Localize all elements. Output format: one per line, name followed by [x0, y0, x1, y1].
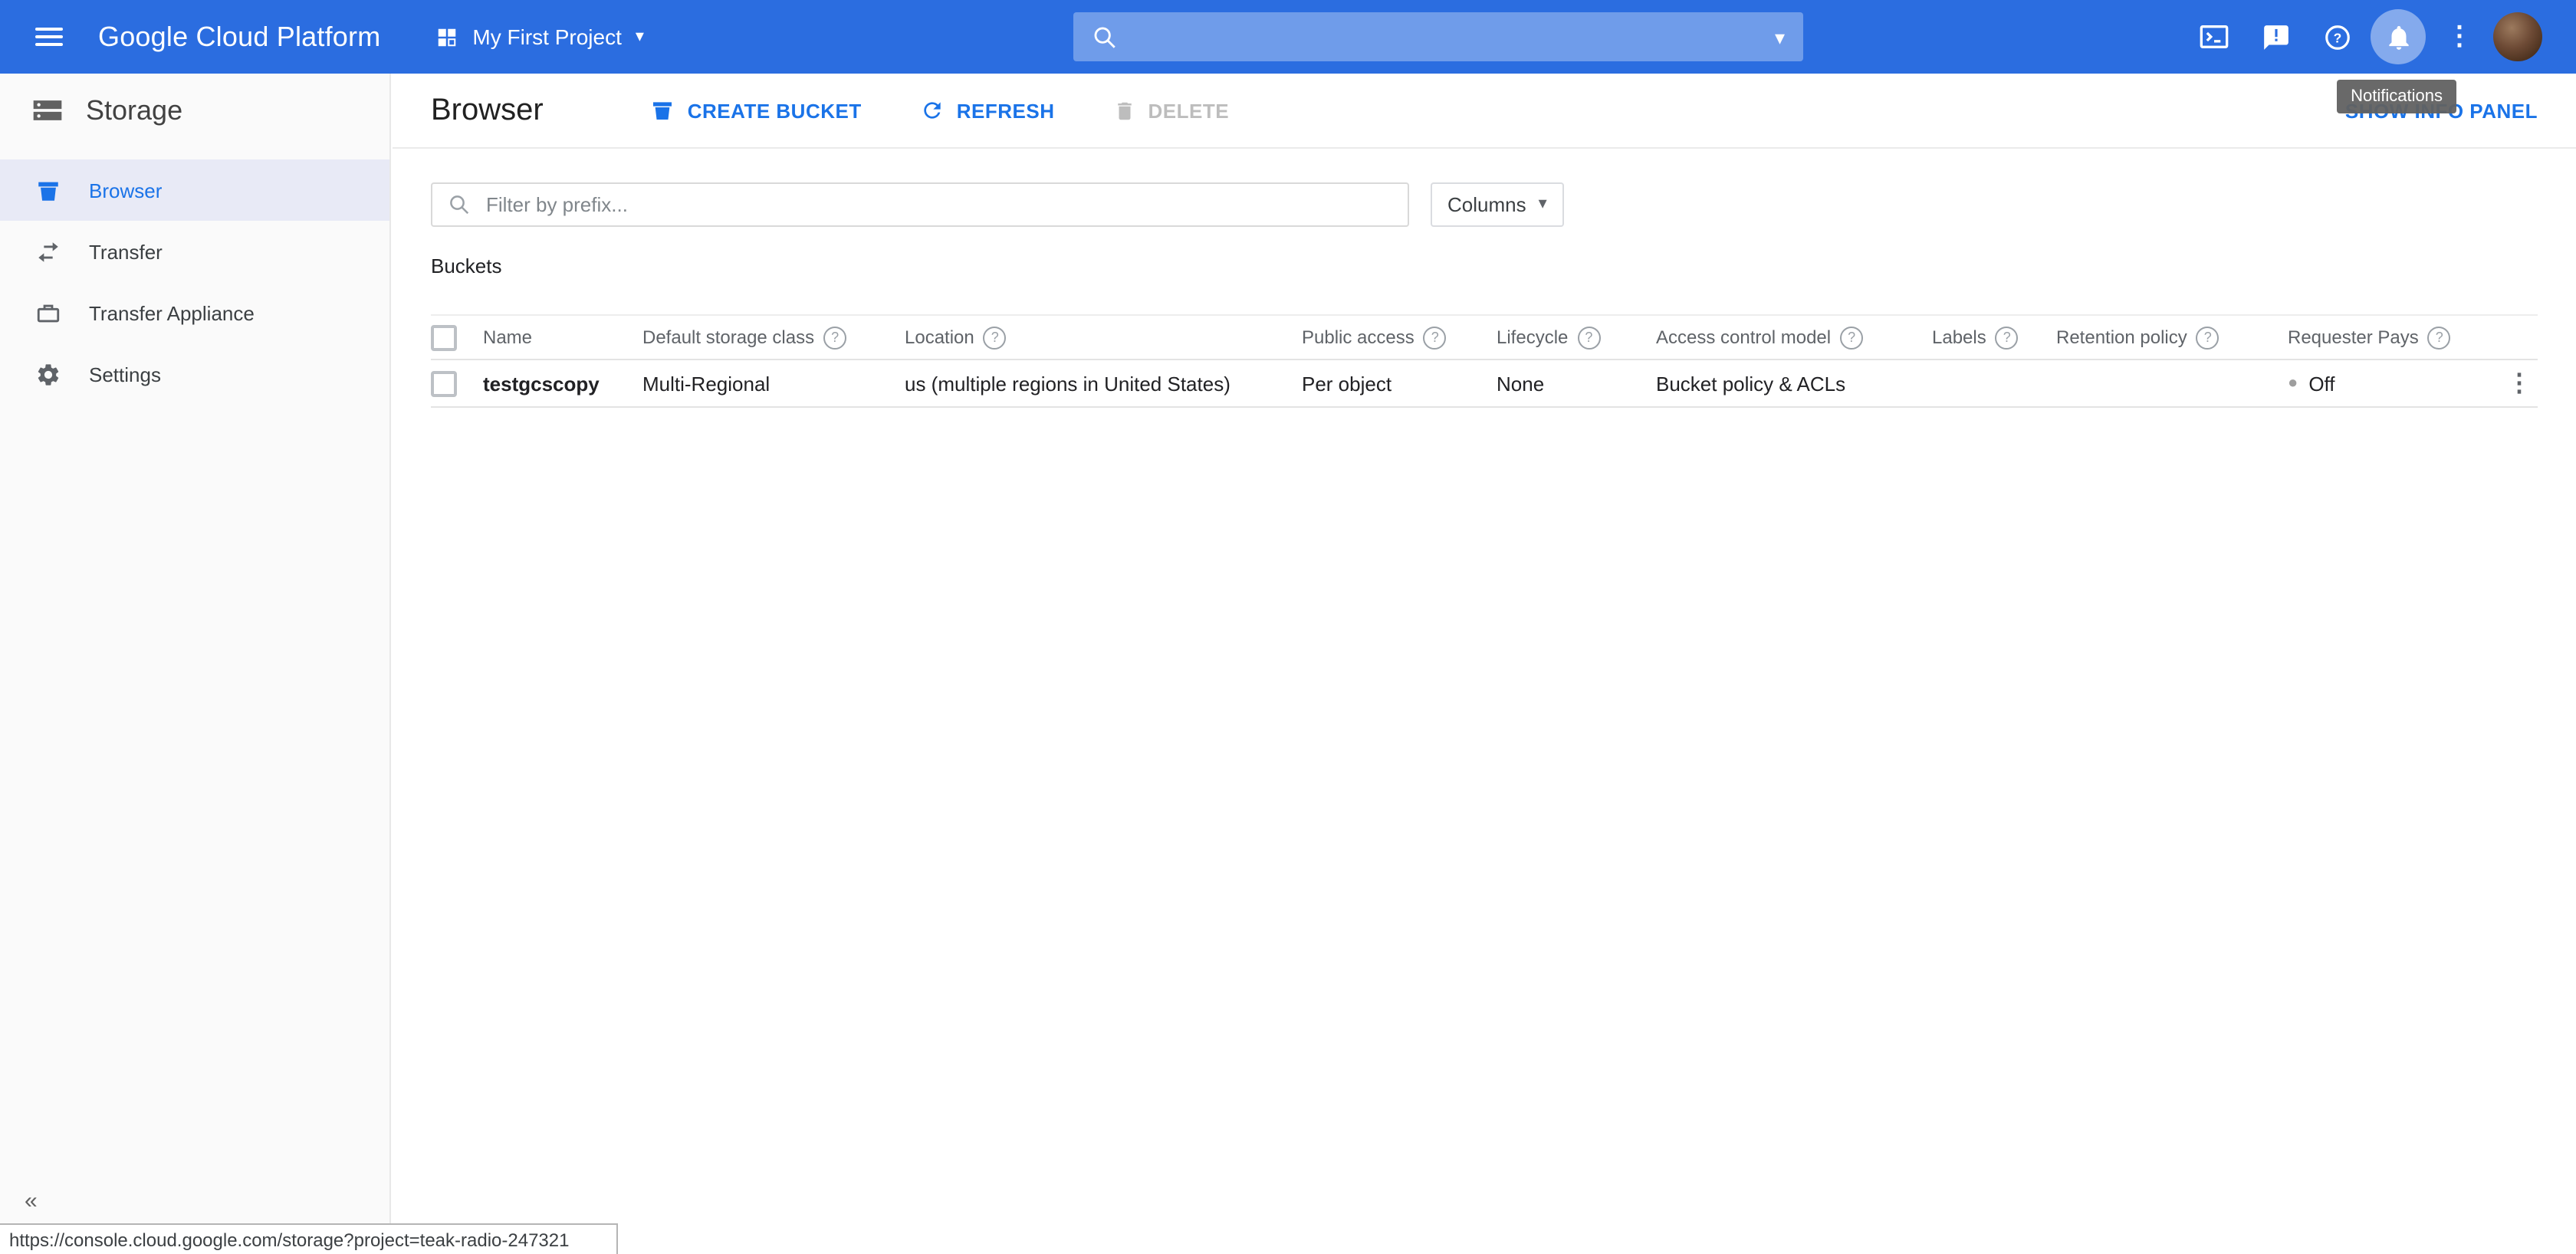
table-header-row: Name Default storage class? Location? Pu… — [431, 314, 2538, 360]
add-bucket-icon — [651, 98, 675, 123]
help-icon[interactable]: ? — [823, 326, 846, 349]
gear-icon — [34, 360, 61, 388]
delete-button[interactable]: DELETE — [1113, 99, 1230, 122]
notifications-tooltip: Notifications — [2337, 80, 2456, 113]
search-input[interactable] — [1133, 23, 1760, 51]
filter-field[interactable] — [431, 182, 1409, 227]
collapse-sidebar-button[interactable]: « — [25, 1188, 38, 1214]
help-icon[interactable]: ? — [2428, 326, 2451, 349]
location-cell: us (multiple regions in United States) — [905, 372, 1302, 395]
row-checkbox[interactable] — [431, 370, 457, 396]
header-name[interactable]: Name — [483, 327, 642, 348]
help-icon[interactable]: ? — [2196, 326, 2220, 349]
columns-dropdown[interactable]: Columns ▾ — [1431, 182, 1564, 227]
gcp-console-window: Google Cloud Platform My First Project ▾… — [0, 0, 2576, 1254]
header-requester-pays[interactable]: Requester Pays? — [2288, 326, 2476, 349]
help-icon[interactable]: ? — [1840, 326, 1863, 349]
app-bar: Google Cloud Platform My First Project ▾… — [0, 0, 2576, 74]
appliance-case-icon — [34, 299, 61, 327]
gcp-logo: Google Cloud Platform — [98, 21, 380, 53]
refresh-button[interactable]: REFRESH — [920, 98, 1055, 123]
main-menu-button[interactable] — [0, 0, 98, 74]
header-location[interactable]: Location? — [905, 326, 1302, 349]
transfer-arrows-icon — [34, 238, 61, 265]
sidebar-item-label: Transfer Appliance — [89, 301, 255, 324]
help-icon[interactable]: ? — [1996, 326, 2019, 349]
notifications-button[interactable] — [2371, 9, 2426, 64]
app-bar-actions: ? ⋮ — [2183, 0, 2576, 74]
more-vertical-icon: ⋮ — [2446, 21, 2472, 52]
help-icon[interactable]: ? — [1424, 326, 1447, 349]
buckets-table: Name Default storage class? Location? Pu… — [431, 314, 2538, 408]
sidebar-item-browser[interactable]: Browser — [0, 159, 389, 221]
chevron-down-icon: ▾ — [636, 28, 644, 45]
sidebar-item-label: Settings — [89, 363, 161, 386]
row-more-vertical-icon[interactable]: ⋮ — [2507, 368, 2532, 399]
sidebar-item-transfer-appliance[interactable]: Transfer Appliance — [0, 282, 389, 343]
header-labels[interactable]: Labels? — [1932, 326, 2056, 349]
select-all-cell — [431, 324, 483, 350]
table-row[interactable]: testgcscopy Multi-Regional us (multiple … — [431, 360, 2538, 408]
search-scope-caret-icon[interactable]: ▾ — [1775, 27, 1785, 47]
cloud-shell-button[interactable] — [2183, 6, 2245, 67]
project-selector[interactable]: My First Project ▾ — [435, 25, 644, 49]
sidebar-item-settings[interactable]: Settings — [0, 343, 389, 405]
row-menu-cell: ⋮ — [2476, 368, 2538, 399]
select-all-checkbox[interactable] — [431, 324, 457, 350]
link-status-bar: https://console.cloud.google.com/storage… — [0, 1223, 618, 1254]
chevron-down-icon: ▾ — [1539, 196, 1547, 213]
project-name: My First Project — [472, 25, 621, 49]
sidebar-item-label: Browser — [89, 179, 162, 202]
bucket-name-cell[interactable]: testgcscopy — [483, 372, 642, 395]
buckets-section-label: Buckets — [431, 254, 2538, 277]
search-icon — [448, 193, 471, 216]
bell-icon — [2384, 22, 2413, 51]
access-control-cell: Bucket policy & ACLs — [1656, 372, 1932, 395]
help-icon[interactable]: ? — [984, 326, 1007, 349]
status-dot-icon: ● — [2288, 374, 2298, 392]
sidebar: Storage Browser Transfer Transfer Applia… — [0, 74, 391, 1254]
row-select-cell — [431, 370, 483, 396]
help-icon[interactable]: ? — [1577, 326, 1600, 349]
header-public-access[interactable]: Public access? — [1302, 326, 1497, 349]
header-lifecycle[interactable]: Lifecycle? — [1497, 326, 1656, 349]
requester-pays-cell: ● Off — [2288, 372, 2476, 395]
header-access-control[interactable]: Access control model? — [1656, 326, 1932, 349]
sidebar-nav: Browser Transfer Transfer Appliance Sett… — [0, 159, 389, 405]
content: Columns ▾ Buckets Name Default storage c… — [393, 182, 2576, 408]
bucket-icon — [34, 176, 61, 204]
project-icon — [435, 25, 458, 48]
public-access-cell: Per object — [1302, 372, 1497, 395]
feedback-icon — [2261, 22, 2290, 51]
hamburger-icon — [35, 23, 63, 51]
header-storage-class[interactable]: Default storage class? — [642, 326, 905, 349]
refresh-icon — [920, 98, 945, 123]
sidebar-item-label: Transfer — [89, 240, 163, 263]
feedback-button[interactable] — [2245, 6, 2306, 67]
create-bucket-button[interactable]: CREATE BUCKET — [651, 98, 862, 123]
storage-class-cell: Multi-Regional — [642, 372, 905, 395]
storage-product-icon — [31, 94, 64, 127]
global-search[interactable]: ▾ — [1073, 12, 1803, 61]
page-toolbar: Browser CREATE BUCKET REFRESH DELETE SHO… — [393, 74, 2576, 149]
filter-input[interactable] — [483, 192, 1392, 218]
more-options-button[interactable]: ⋮ — [2429, 6, 2490, 67]
sidebar-header: Storage — [0, 74, 389, 147]
sidebar-title: Storage — [86, 94, 182, 126]
status-url: https://console.cloud.google.com/storage… — [9, 1229, 569, 1250]
search-icon — [1092, 24, 1118, 50]
filter-row: Columns ▾ — [431, 182, 2538, 227]
lifecycle-cell[interactable]: None — [1497, 372, 1656, 395]
trash-icon — [1113, 99, 1136, 122]
header-retention-policy[interactable]: Retention policy? — [2056, 326, 2288, 349]
help-icon: ? — [2322, 22, 2351, 51]
svg-text:?: ? — [2333, 30, 2341, 45]
help-button[interactable]: ? — [2306, 6, 2367, 67]
sidebar-item-transfer[interactable]: Transfer — [0, 221, 389, 282]
main-area: Browser CREATE BUCKET REFRESH DELETE SHO… — [393, 74, 2576, 1254]
terminal-icon — [2199, 21, 2229, 52]
account-avatar[interactable] — [2493, 12, 2542, 61]
page-title: Browser — [431, 93, 544, 128]
